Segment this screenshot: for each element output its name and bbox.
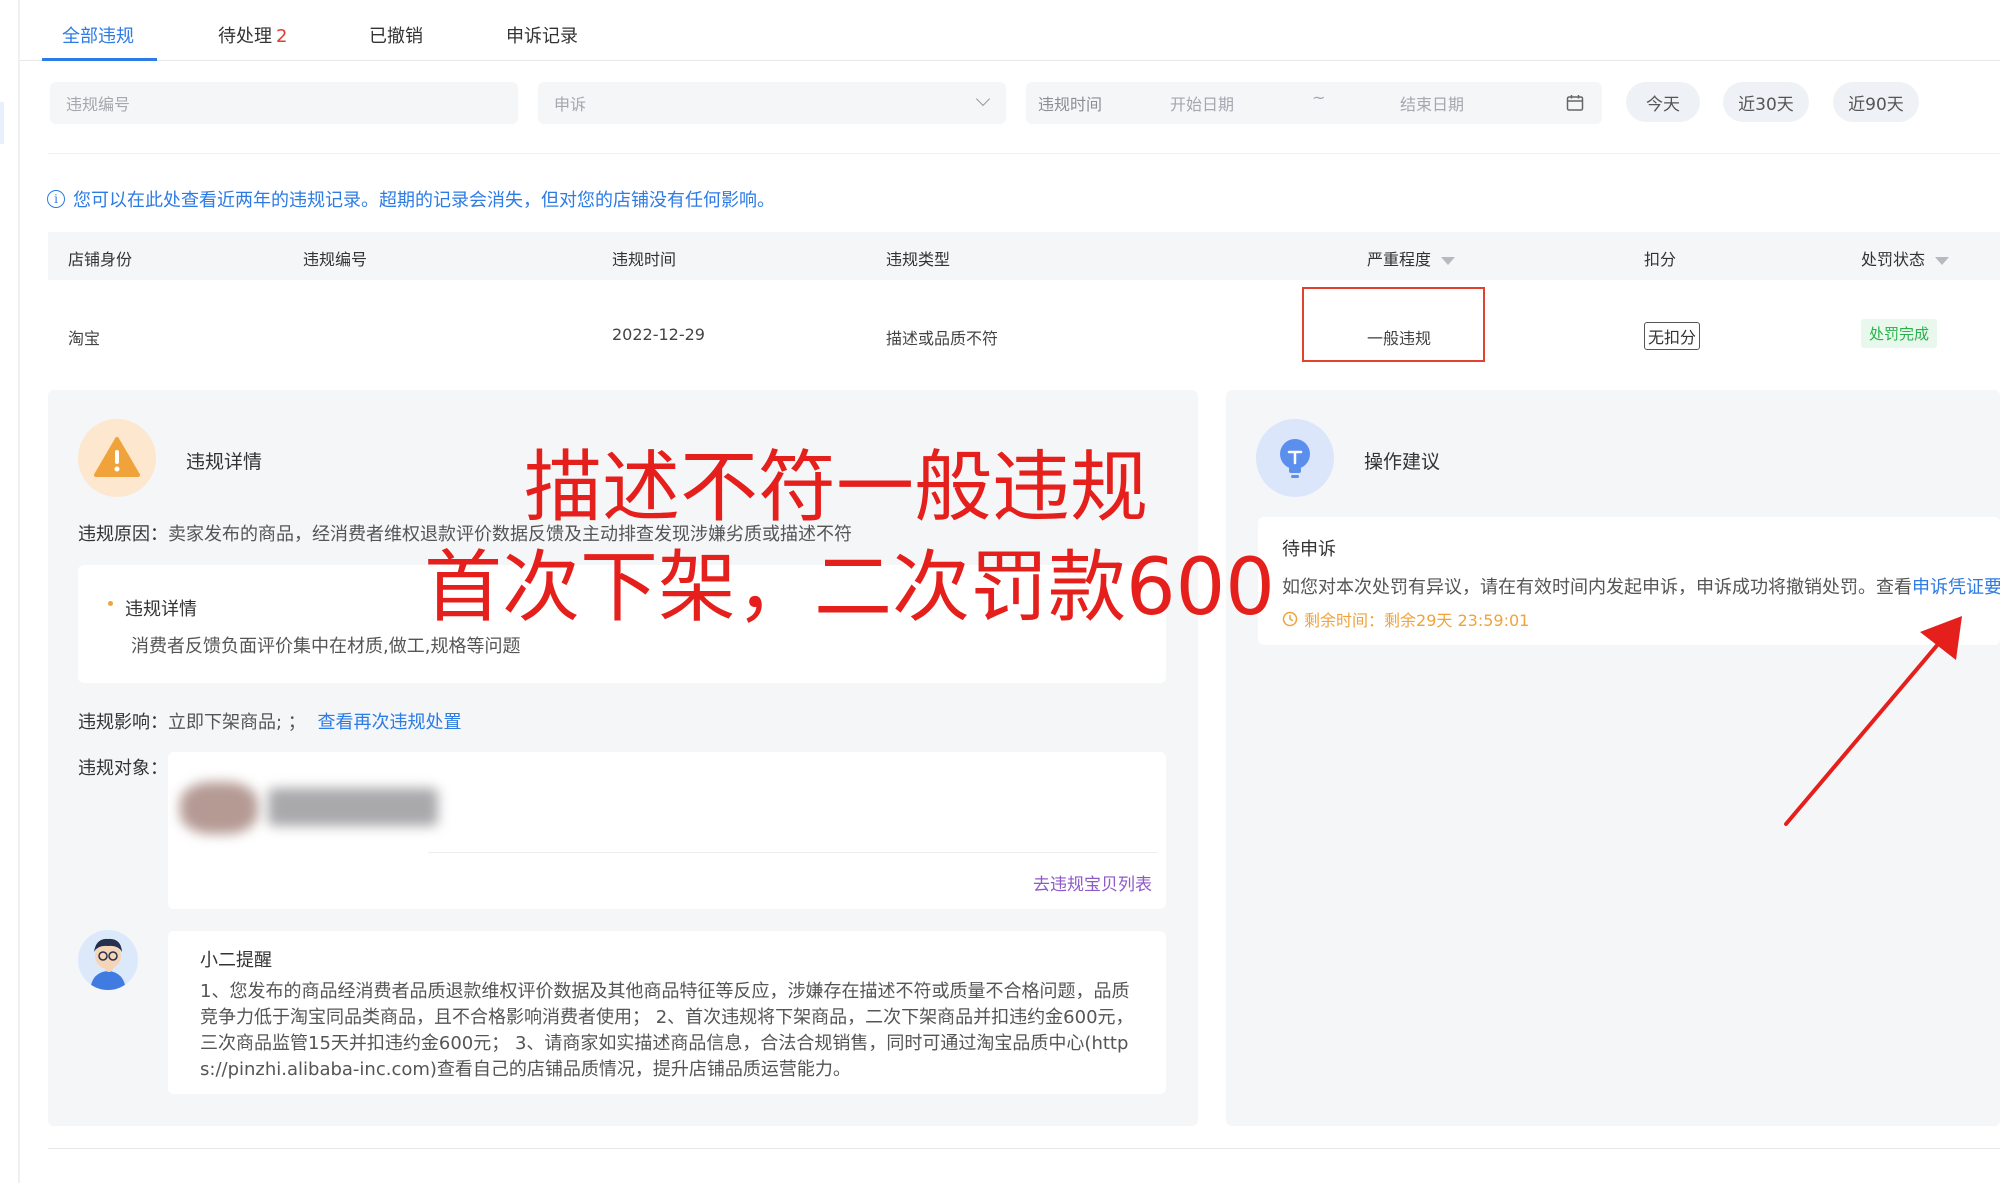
go-violation-items-link[interactable]: 去违规宝贝列表 — [1033, 870, 1152, 895]
col-penalty-status-label: 处罚状态 — [1861, 250, 1926, 269]
remaining-time-label: 剩余时间： — [1304, 611, 1385, 630]
warning-icon — [78, 419, 156, 497]
info-notice-text: 您可以在此处查看近两年的违规记录。超期的记录会消失，但对您的店铺没有任何影响。 — [73, 190, 775, 211]
page-left-border — [18, 0, 20, 1183]
filter-divider — [48, 153, 2000, 154]
tab-revoked[interactable]: 已撤销 — [369, 22, 423, 48]
col-violation-id: 违规编号 — [303, 250, 368, 269]
score-badge: 无扣分 — [1644, 322, 1701, 350]
tip-text: 1、您发布的商品经消费者品质退款维权评价数据及其他商品特征等反应，涉嫌存在描述不… — [200, 979, 1134, 1083]
tip-line: 三次商品监管15天并扣违约金600元； 3、请商家如实描述商品信息，合法合规销售… — [200, 1033, 1129, 1054]
view-repeat-violation-link[interactable]: 查看再次违规处置 — [318, 712, 462, 733]
violation-impact-label: 违规影响： — [78, 712, 168, 733]
tip-line: 竞争力低于淘宝同品类商品，且不合格影响消费者使用； 2、首次违规将下架商品，二次… — [200, 1007, 1134, 1028]
object-divider — [428, 852, 1158, 853]
violation-time-range[interactable]: 违规时间 开始日期 ~ 结束日期 — [1026, 82, 1602, 124]
appeal-select[interactable]: 申诉 — [538, 82, 1006, 124]
appeal-evidence-link[interactable]: 申诉凭证要 — [1912, 577, 2000, 598]
remaining-time: 剩余时间： 剩余29天 23:59:01 — [1282, 607, 1529, 631]
sidebar-active-marker — [0, 102, 4, 144]
violation-id-input[interactable]: 违规编号 — [50, 82, 518, 124]
appeal-text-body: 如您对本次处罚有异议，请在有效时间内发起申诉，申诉成功将撤销处罚。查看 — [1282, 577, 1912, 598]
calendar-icon[interactable] — [1566, 94, 1584, 112]
violation-reason-label: 违规原因： — [78, 524, 168, 545]
last-90-days-button[interactable]: 近90天 — [1833, 82, 1919, 122]
remaining-time-value: 剩余29天 23:59:01 — [1384, 611, 1530, 630]
cell-severity: 一般违规 — [1367, 329, 1432, 348]
annotation-line-2: 首次下架，二次罚款600 — [424, 543, 1275, 633]
detail-title: 违规详情 — [186, 451, 263, 473]
tab-pending[interactable]: 待处理 2 — [218, 22, 287, 48]
info-icon: i — [47, 190, 65, 208]
chevron-down-icon — [975, 91, 991, 107]
bottom-divider — [48, 1148, 2000, 1149]
assistant-tip-card: 小二提醒 1、您发布的商品经消费者品质退款维权评价数据及其他商品特征等反应，涉嫌… — [168, 931, 1166, 1094]
cell-violation-time: 2022-12-29 — [612, 325, 705, 344]
advice-title: 操作建议 — [1364, 451, 1441, 473]
bullet-dot — [108, 601, 113, 606]
appeal-status: 待申诉 — [1282, 539, 1336, 560]
product-thumbnail[interactable] — [180, 782, 258, 834]
filter-icon[interactable] — [1441, 256, 1456, 265]
violation-object-label: 违规对象： — [78, 758, 168, 779]
col-violation-type: 违规类型 — [886, 250, 951, 269]
status-badge: 处罚完成 — [1861, 319, 1938, 348]
filter-icon[interactable] — [1935, 256, 1950, 265]
tab-all-violations[interactable]: 全部违规 — [62, 22, 134, 48]
product-title-blurred[interactable] — [268, 788, 438, 826]
end-date-input[interactable]: 结束日期 — [1400, 91, 1464, 115]
assistant-avatar — [78, 930, 138, 990]
violation-impact-text: 立即下架商品; ； — [168, 712, 306, 733]
pending-count-badge: 2 — [276, 26, 288, 47]
last-30-days-button[interactable]: 近30天 — [1723, 82, 1809, 122]
range-separator: ~ — [1312, 88, 1326, 107]
col-violation-time: 违规时间 — [612, 250, 677, 269]
start-date-input[interactable]: 开始日期 — [1170, 91, 1234, 115]
tab-appeal-records[interactable]: 申诉记录 — [506, 22, 578, 48]
clock-icon — [1282, 611, 1298, 627]
tab-pending-label: 待处理 — [218, 26, 272, 47]
col-penalty-status[interactable]: 处罚状态 — [1861, 246, 1950, 270]
sub-detail-title: 违规详情 — [125, 599, 197, 620]
appeal-text: 如您对本次处罚有异议，请在有效时间内发起申诉，申诉成功将撤销处罚。查看申诉凭证要 — [1282, 573, 2000, 599]
col-severity[interactable]: 严重程度 — [1367, 246, 1456, 270]
col-shop-identity: 店铺身份 — [68, 250, 133, 269]
tab-divider — [20, 60, 2000, 61]
tip-title: 小二提醒 — [200, 950, 272, 971]
today-button[interactable]: 今天 — [1626, 82, 1700, 122]
cell-violation-type: 描述或品质不符 — [886, 329, 999, 348]
violation-impact: 违规影响：立即下架商品; ； 查看再次违规处置 — [78, 708, 462, 734]
cell-shop: 淘宝 — [68, 329, 101, 348]
violation-id-placeholder: 违规编号 — [66, 95, 131, 114]
appeal-select-value: 申诉 — [554, 95, 587, 114]
violation-time-label: 违规时间 — [1038, 95, 1103, 114]
tab-active-indicator — [42, 58, 157, 61]
violation-object-card: 去违规宝贝列表 — [168, 752, 1166, 909]
tip-line: s://pinzhi.alibaba-inc.com)查看自己的店铺品质情况，提… — [200, 1059, 851, 1080]
tip-line: 1、您发布的商品经消费者品质退款维权评价数据及其他商品特征等反应，涉嫌存在描述不… — [200, 981, 1130, 1002]
annotation-line-1: 描述不符一般违规 — [524, 443, 1149, 533]
lightbulb-icon — [1256, 419, 1334, 497]
col-severity-label: 严重程度 — [1367, 250, 1432, 269]
red-arrow-annotation — [1784, 616, 1962, 826]
col-score: 扣分 — [1644, 250, 1677, 269]
info-notice: i 您可以在此处查看近两年的违规记录。超期的记录会消失，但对您的店铺没有任何影响… — [47, 186, 775, 212]
